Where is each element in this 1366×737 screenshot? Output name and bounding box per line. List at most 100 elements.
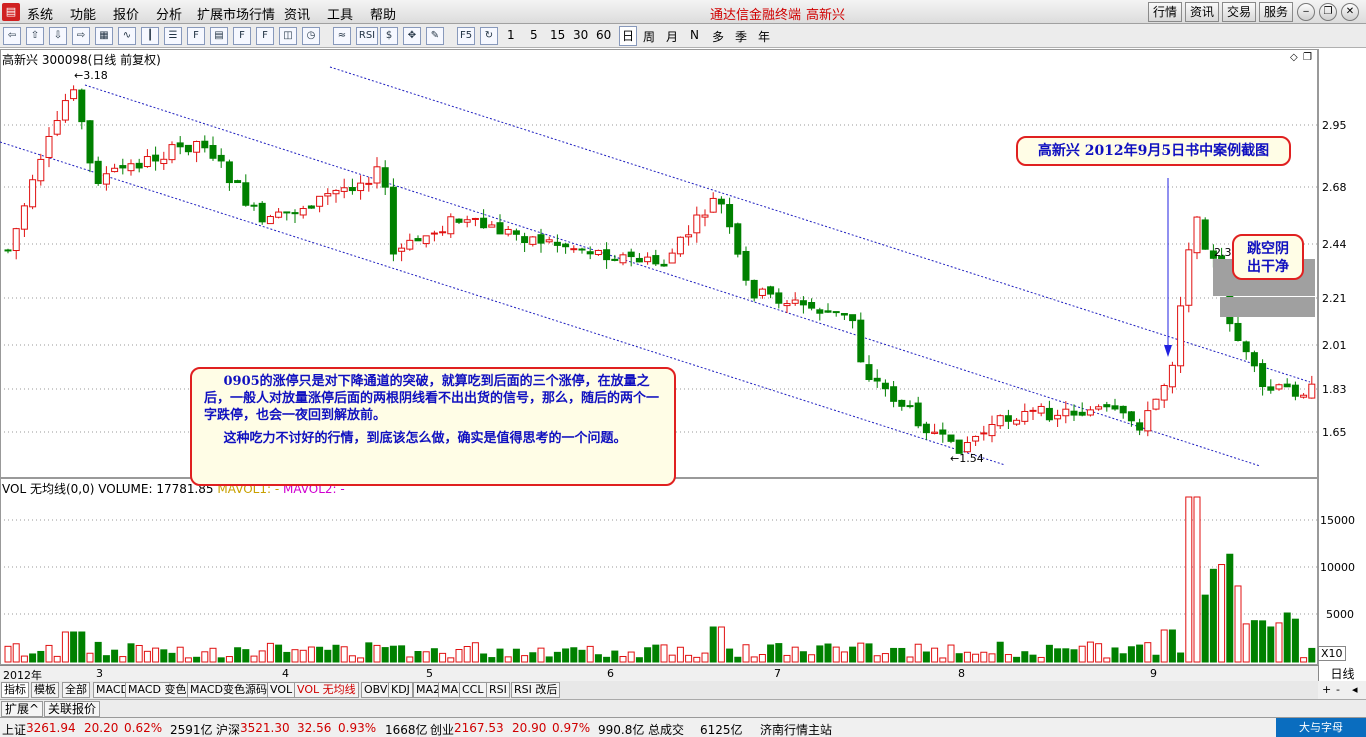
pane-max-icon[interactable]: ❐ [1303, 52, 1312, 63]
volume-bar [29, 653, 37, 663]
candle-body [381, 167, 389, 188]
tab-extend[interactable]: 扩展^ [1, 701, 44, 717]
candle-body [283, 211, 291, 214]
candle-body [791, 299, 799, 304]
candle-body [160, 158, 168, 165]
candle-body [1201, 219, 1209, 250]
candle-body [70, 89, 78, 100]
candle-body [865, 364, 873, 381]
sz-index-change: 32.56 [297, 721, 332, 735]
volume-bar [283, 651, 291, 663]
candle-body [890, 386, 898, 402]
candle-body [488, 224, 496, 228]
volume-bar [726, 648, 734, 663]
candle-body [627, 251, 635, 258]
tab-macd-color[interactable]: MACD 变色 [125, 682, 190, 698]
candle-body [1078, 411, 1086, 416]
candle-body [275, 211, 283, 218]
price-axis-label: 1.65 [1322, 426, 1347, 439]
volume-bar [1078, 645, 1086, 663]
total-volume-value: 6125亿 [700, 723, 743, 737]
bottom-tabs: 扩展^ 关联报价 [0, 699, 1366, 717]
price-axis-label: 2.95 [1322, 119, 1347, 132]
candle-body [980, 432, 988, 435]
zoom-out-icon[interactable]: - [1336, 683, 1340, 696]
candle-body [668, 252, 676, 264]
station-name[interactable]: 济南行情主站 [760, 721, 832, 737]
candle-body [767, 286, 775, 295]
candle-body [1152, 398, 1160, 410]
high-price-label: ←3.18 [74, 69, 108, 82]
candle-body [693, 214, 701, 234]
cy-index-change: 20.90 [512, 721, 547, 735]
volume-bar [808, 654, 816, 663]
volume-bar [1095, 643, 1103, 663]
cy-index-value: 2167.53 [454, 721, 504, 735]
brand-badge: 大与字母 [1276, 718, 1366, 737]
volume-bar [972, 653, 980, 663]
candle-body [20, 205, 28, 230]
tab-template[interactable]: 模板 [31, 682, 59, 698]
candle-body [553, 241, 561, 246]
volume-bar [127, 643, 135, 663]
candle-body [1021, 410, 1029, 422]
candle-body [750, 279, 758, 299]
candle-body [947, 434, 955, 442]
volume-bar [1062, 648, 1070, 663]
volume-bar [652, 644, 660, 663]
volume-bar [53, 655, 61, 663]
analysis-paragraph: 这种吃力不讨好的行情，到底该怎么做，确实是值得思考的一个问题。 [223, 431, 627, 446]
candle-body [176, 142, 184, 148]
candle-body [12, 228, 20, 252]
volume-bar [914, 643, 922, 663]
tab-ma[interactable]: MA [438, 682, 462, 698]
tab-rsi[interactable]: RSI [486, 682, 510, 698]
tab-vol[interactable]: VOL [267, 682, 296, 698]
volume-pane-border [0, 478, 1318, 665]
volume-bar [463, 646, 471, 663]
zoom-in-icon[interactable]: + [1322, 683, 1331, 696]
tab-indicator[interactable]: 指标 [1, 682, 29, 698]
cy-index-label: 创业 [430, 723, 455, 737]
analysis-callout: 0905的涨停只是对下降通道的突破，就算吃到后面的三个涨停，在放量之后，一般人对… [190, 367, 676, 486]
candle-body [1193, 216, 1201, 254]
candle-body [324, 193, 332, 197]
candle-body [922, 423, 930, 434]
candle-body [537, 234, 545, 244]
volume-bar [1037, 656, 1045, 663]
volume-axis-label: 5000 [1326, 608, 1354, 621]
scroll-left-icon[interactable]: ◂ [1352, 683, 1358, 696]
tab-vol-no-ma[interactable]: VOL 无均线 [294, 682, 359, 698]
pane-menu-icon[interactable]: ◇ [1290, 52, 1298, 63]
tab-kdj[interactable]: KDJ [388, 682, 413, 698]
volume-bar [209, 647, 217, 663]
volume-bar [316, 646, 324, 663]
tab-all[interactable]: 全部 [62, 682, 90, 698]
candle-body [873, 377, 881, 382]
candle-body [644, 256, 652, 263]
volume-bar [594, 654, 602, 663]
time-label: 7 [774, 667, 781, 680]
candle-body [439, 231, 447, 234]
volume-bar [488, 657, 496, 663]
volume-bar [1029, 654, 1037, 663]
volume-bar [898, 647, 906, 663]
volume-bar [1021, 651, 1029, 663]
period-box[interactable]: 日线 [1318, 665, 1366, 681]
cy-amount: 990.8亿 [598, 723, 645, 737]
volume-bar [783, 654, 791, 663]
tab-related-quote[interactable]: 关联报价 [44, 701, 101, 717]
price-axis-label: 2.44 [1322, 238, 1347, 251]
candle-body [799, 300, 807, 306]
volume-bar [611, 650, 619, 663]
tab-rsi-modified[interactable]: RSI 改后 [511, 682, 561, 698]
total-volume-label: 总成交 [648, 723, 685, 737]
candle-body [1160, 385, 1168, 401]
candle-body [1111, 405, 1119, 410]
volume-bar [193, 656, 201, 663]
tab-macd-color-src[interactable]: MACD变色源码 [187, 682, 270, 698]
tab-obv[interactable]: OBV [361, 682, 391, 698]
volume-bar [1259, 620, 1267, 663]
tab-ccl[interactable]: CCL [459, 682, 487, 698]
candle-body [86, 120, 94, 164]
